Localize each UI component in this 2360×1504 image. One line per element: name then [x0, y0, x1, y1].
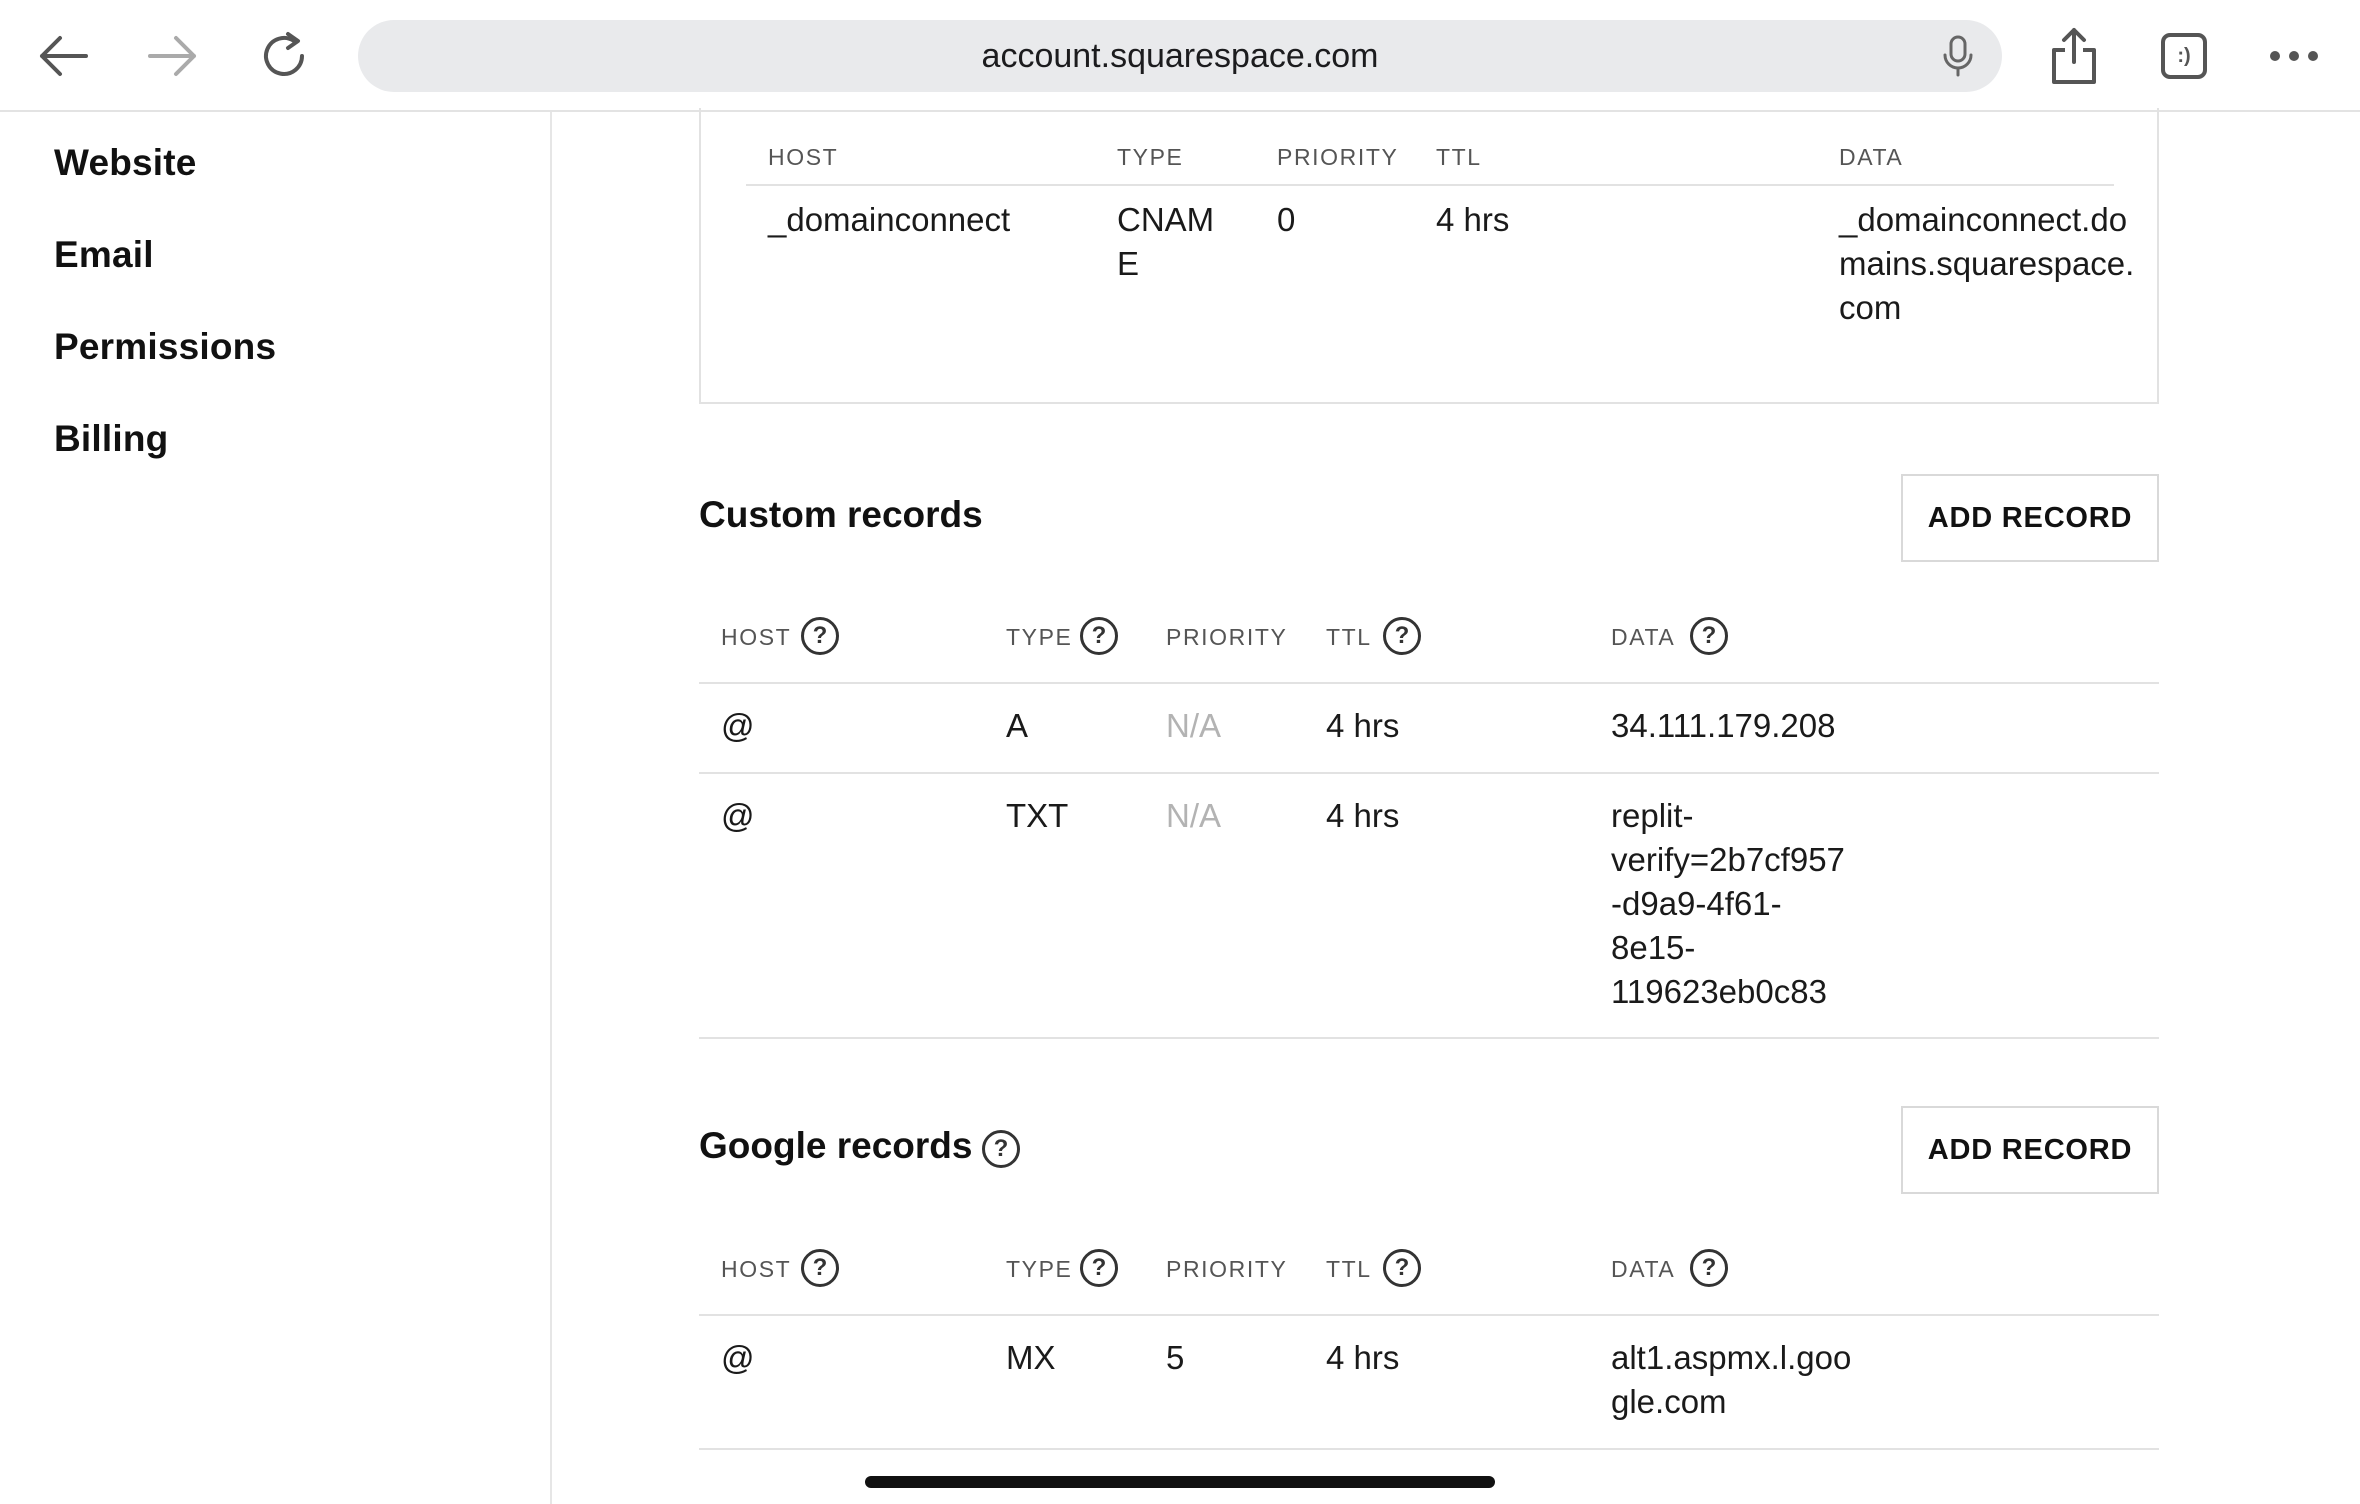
custom-row2-host: @ — [721, 797, 755, 834]
custom-row2-ttl: 4 hrs — [1326, 797, 1400, 834]
record-data-line1: _domainconnect.do — [1839, 201, 2128, 238]
record-type-line1: CNAM — [1117, 201, 1215, 238]
custom-row2-data-line3: -d9a9-4f61- — [1611, 885, 1782, 922]
sidebar-item-billing[interactable]: Billing — [54, 418, 168, 460]
reload-icon[interactable] — [250, 22, 318, 90]
google-col-header-type: TYPE — [1006, 1256, 1073, 1282]
google-row1-priority: 5 — [1166, 1339, 1185, 1376]
google-col-header-host: HOST — [721, 1256, 792, 1282]
ttl-help-icon[interactable]: ? — [1383, 617, 1421, 655]
row-divider — [699, 772, 2159, 774]
sidebar: Website Email Permissions Billing — [0, 112, 552, 1504]
google-col-header-data: DATA — [1611, 1256, 1676, 1282]
col-header-data: DATA — [1839, 144, 1904, 170]
google-row1-ttl: 4 hrs — [1326, 1339, 1400, 1376]
col-header-priority: PRIORITY — [1277, 144, 1399, 170]
custom-row2-data-line2: verify=2b7cf957 — [1611, 841, 1845, 878]
custom-col-header-data: DATA — [1611, 624, 1676, 650]
record-type-line2: E — [1117, 245, 1140, 282]
google-header-divider — [699, 1314, 2159, 1316]
col-header-type: TYPE — [1117, 144, 1184, 170]
tab-count: :) — [2161, 33, 2207, 79]
google-col-header-priority: PRIORITY — [1166, 1256, 1288, 1282]
custom-col-header-type: TYPE — [1006, 624, 1073, 650]
custom-row1-type: A — [1006, 707, 1029, 744]
google-row1-type: MX — [1006, 1339, 1056, 1376]
more-icon[interactable] — [2260, 22, 2328, 90]
type-help-icon[interactable]: ? — [1080, 617, 1118, 655]
custom-row1-data: 34.111.179.208 — [1611, 707, 1836, 744]
sidebar-item-permissions[interactable]: Permissions — [54, 326, 276, 368]
custom-row1-ttl: 4 hrs — [1326, 707, 1400, 744]
custom-row2-data-line1: replit- — [1611, 797, 1694, 834]
record-data-line3: com — [1839, 289, 1902, 326]
custom-header-divider — [699, 682, 2159, 684]
host-help-icon[interactable]: ? — [801, 617, 839, 655]
host-help-icon[interactable]: ? — [801, 1249, 839, 1287]
share-icon[interactable] — [2040, 22, 2108, 90]
back-icon[interactable] — [28, 22, 96, 90]
record-ttl: 4 hrs — [1436, 201, 1510, 238]
custom-row1-priority: N/A — [1166, 707, 1222, 744]
row-divider — [699, 1037, 2159, 1039]
custom-row2-type: TXT — [1006, 797, 1069, 834]
col-header-host: HOST — [768, 144, 839, 170]
google-row1-data-line1: alt1.aspmx.l.goo — [1611, 1339, 1852, 1376]
type-help-icon[interactable]: ? — [1080, 1249, 1118, 1287]
data-help-icon[interactable]: ? — [1690, 1249, 1728, 1287]
col-header-ttl: TTL — [1436, 144, 1482, 170]
custom-row1-host: @ — [721, 707, 755, 744]
record-host: _domainconnect — [768, 201, 1011, 238]
custom-row2-data-line4: 8e15- — [1611, 929, 1696, 966]
custom-row2-data-line5: 119623eb0c83 — [1611, 973, 1827, 1010]
sidebar-item-website[interactable]: Website — [54, 142, 197, 184]
data-help-icon[interactable]: ? — [1690, 617, 1728, 655]
google-row1-data-line2: gle.com — [1611, 1383, 1727, 1420]
google-records-title: Google records — [699, 1125, 973, 1166]
record-priority: 0 — [1277, 201, 1296, 238]
add-google-record-button[interactable]: ADD RECORD — [1901, 1106, 2159, 1194]
custom-records-title: Custom records — [699, 494, 983, 535]
custom-col-header-host: HOST — [721, 624, 792, 650]
url-text: account.squarespace.com — [981, 37, 1379, 75]
home-indicator[interactable] — [865, 1476, 1495, 1488]
domainconnect-records-card: HOST TYPE PRIORITY TTL DATA _domainconne… — [699, 108, 2159, 404]
ttl-help-icon[interactable]: ? — [1383, 1249, 1421, 1287]
google-records-help-icon[interactable]: ? — [982, 1130, 1020, 1168]
tabs-icon[interactable]: :) — [2150, 22, 2218, 90]
google-col-header-ttl: TTL — [1326, 1256, 1372, 1282]
row-divider — [699, 1448, 2159, 1450]
forward-icon[interactable] — [140, 22, 208, 90]
browser-toolbar: account.squarespace.com :) — [0, 0, 2360, 112]
address-bar[interactable]: account.squarespace.com — [358, 20, 2002, 92]
add-custom-record-button[interactable]: ADD RECORD — [1901, 474, 2159, 562]
custom-col-header-ttl: TTL — [1326, 624, 1372, 650]
custom-col-header-priority: PRIORITY — [1166, 624, 1288, 650]
google-row1-host: @ — [721, 1339, 755, 1376]
header-divider — [746, 184, 2114, 186]
record-data-line2: mains.squarespace. — [1839, 245, 2135, 282]
main-content: HOST TYPE PRIORITY TTL DATA _domainconne… — [554, 108, 2360, 1504]
sidebar-item-email[interactable]: Email — [54, 234, 154, 276]
custom-row2-priority: N/A — [1166, 797, 1222, 834]
microphone-icon[interactable] — [1936, 34, 1980, 78]
